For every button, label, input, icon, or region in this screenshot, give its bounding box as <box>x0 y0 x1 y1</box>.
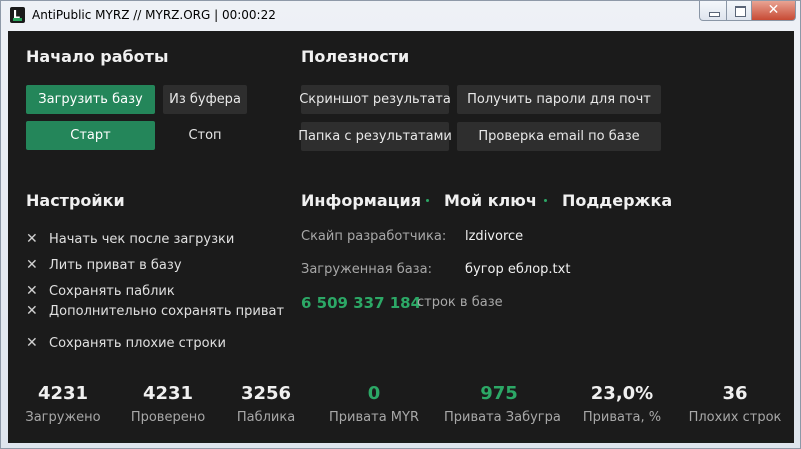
app-window: L AntiPublic MYRZ // MYRZ.ORG | 00:00:22… <box>0 0 801 449</box>
check-email-button[interactable]: Проверка email по базе <box>457 122 661 151</box>
checkbox-x-icon: ✕ <box>26 257 38 273</box>
load-db-button[interactable]: Загрузить базу <box>26 85 155 114</box>
stat-public: 3256 Паблика <box>211 383 321 425</box>
window-title: AntiPublic MYRZ // MYRZ.ORG | 00:00:22 <box>32 8 276 22</box>
start-button[interactable]: Старт <box>26 121 155 150</box>
loaded-db-label: Загруженная база: <box>301 262 432 277</box>
app-logo-icon: L <box>10 7 25 23</box>
stat-value: 23,0% <box>590 383 654 404</box>
stat-value: 4231 <box>142 383 194 404</box>
tab-info[interactable]: Информация <box>301 191 421 210</box>
stat-label: Паблика <box>236 410 296 425</box>
stat-private-myr: 0 Привата MYR <box>319 383 429 425</box>
option-label: Дополнительно сохранять приват <box>49 303 285 319</box>
tab-separator-dot <box>544 199 547 202</box>
main-panel: Начало работы Загрузить базу Из буфера С… <box>8 31 794 443</box>
title-bar[interactable]: L AntiPublic MYRZ // MYRZ.ORG | 00:00:22… <box>1 1 800 31</box>
option-upload-private[interactable]: ✕ Лить приват в базу <box>26 257 182 273</box>
stat-label: Привата, % <box>582 410 662 425</box>
settings-heading: Настройки <box>26 191 125 210</box>
checkbox-x-icon: ✕ <box>26 335 38 351</box>
option-save-public[interactable]: ✕ Сохранять паблик <box>26 283 175 299</box>
stat-checked: 4231 Проверено <box>113 383 223 425</box>
tab-support[interactable]: Поддержка <box>562 191 672 210</box>
rows-count: 6 509 337 184 <box>301 294 422 312</box>
option-save-bad-lines[interactable]: ✕ Сохранять плохие строки <box>26 335 226 351</box>
option-label: Начать чек после загрузки <box>49 231 235 247</box>
stat-label: Плохих строк <box>688 410 782 425</box>
option-label: Сохранять паблик <box>49 283 175 299</box>
checkbox-x-icon: ✕ <box>26 283 38 299</box>
stat-label: Загружено <box>25 410 101 425</box>
useful-heading: Полезности <box>301 47 410 66</box>
stat-value: 975 <box>480 383 518 404</box>
screenshot-button[interactable]: Скриншот результата <box>299 85 451 114</box>
dev-skype-value: lzdivorce <box>465 229 524 244</box>
option-label: Лить приват в базу <box>49 257 182 273</box>
stat-label: Проверено <box>130 410 206 425</box>
close-icon: ✕ <box>767 2 780 18</box>
maximize-button[interactable] <box>726 1 752 21</box>
dev-skype-label: Скайп разработчика: <box>301 229 447 244</box>
from-clipboard-button[interactable]: Из буфера <box>163 85 247 114</box>
rows-label: строк в базе <box>417 295 503 310</box>
stat-private-percent: 23,0% Привата, % <box>567 383 677 425</box>
checkbox-x-icon: ✕ <box>26 231 38 247</box>
stat-value: 36 <box>722 383 748 404</box>
get-passwords-button[interactable]: Получить пароли для почт <box>457 85 661 114</box>
option-label: Сохранять плохие строки <box>49 335 226 351</box>
option-save-private-extra[interactable]: ✕ Дополнительно сохранять приват <box>26 303 284 319</box>
loaded-db-value: бугор еблор.txt <box>465 262 571 277</box>
stat-label: Привата Забугра <box>444 410 561 425</box>
stat-bad-lines: 36 Плохих строк <box>680 383 790 425</box>
stat-value: 0 <box>367 383 381 404</box>
close-button[interactable]: ✕ <box>751 1 796 21</box>
stat-loaded: 4231 Загружено <box>8 383 118 425</box>
stat-private-abroad: 975 Привата Забугра <box>444 383 561 425</box>
stat-value: 3256 <box>240 383 292 404</box>
tab-separator-dot <box>426 199 429 202</box>
start-heading: Начало работы <box>26 47 169 66</box>
tab-my-key[interactable]: Мой ключ <box>444 191 537 210</box>
minimize-button[interactable] <box>699 1 727 21</box>
option-start-check-after-load[interactable]: ✕ Начать чек после загрузки <box>26 231 234 247</box>
stop-button[interactable]: Стоп <box>163 121 247 150</box>
checkbox-x-icon: ✕ <box>26 303 38 319</box>
stat-value: 4231 <box>37 383 89 404</box>
stat-label: Привата MYR <box>329 410 419 425</box>
results-folder-button[interactable]: Папка с результатами <box>298 122 452 151</box>
